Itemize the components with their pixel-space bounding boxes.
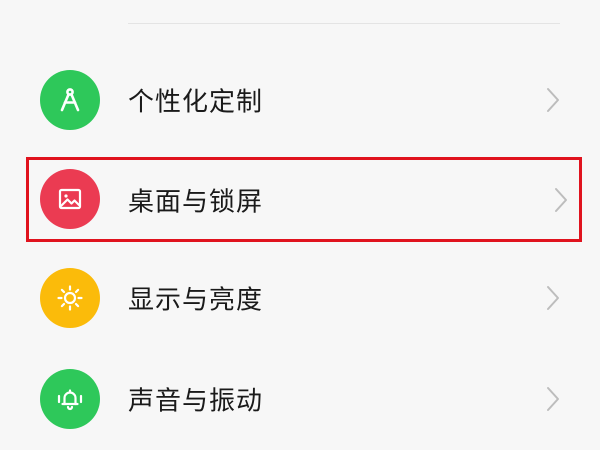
bell-vibrate-icon xyxy=(40,369,100,429)
settings-item-label: 桌面与锁屏 xyxy=(128,187,264,217)
picture-icon xyxy=(40,169,100,229)
settings-item-display-brightness[interactable]: 显示与亮度 xyxy=(0,248,600,348)
chevron-right-icon xyxy=(546,285,560,311)
chevron-right-icon xyxy=(546,386,560,412)
compass-icon xyxy=(40,70,100,130)
brightness-sun-icon xyxy=(40,268,100,328)
settings-item-desktop-lockscreen[interactable]: 桌面与锁屏 xyxy=(26,157,582,242)
chevron-right-icon xyxy=(554,187,568,213)
settings-item-label: 个性化定制 xyxy=(128,87,264,118)
settings-item-sound-vibration[interactable]: 声音与振动 xyxy=(0,349,600,449)
settings-item-label: 声音与振动 xyxy=(128,386,264,417)
settings-list: 个性化定制 桌面与锁屏 显示与亮度 声音与振动 xyxy=(0,0,600,450)
settings-item-label: 显示与亮度 xyxy=(128,285,264,316)
settings-item-personalization[interactable]: 个性化定制 xyxy=(0,50,600,150)
chevron-right-icon xyxy=(546,87,560,113)
